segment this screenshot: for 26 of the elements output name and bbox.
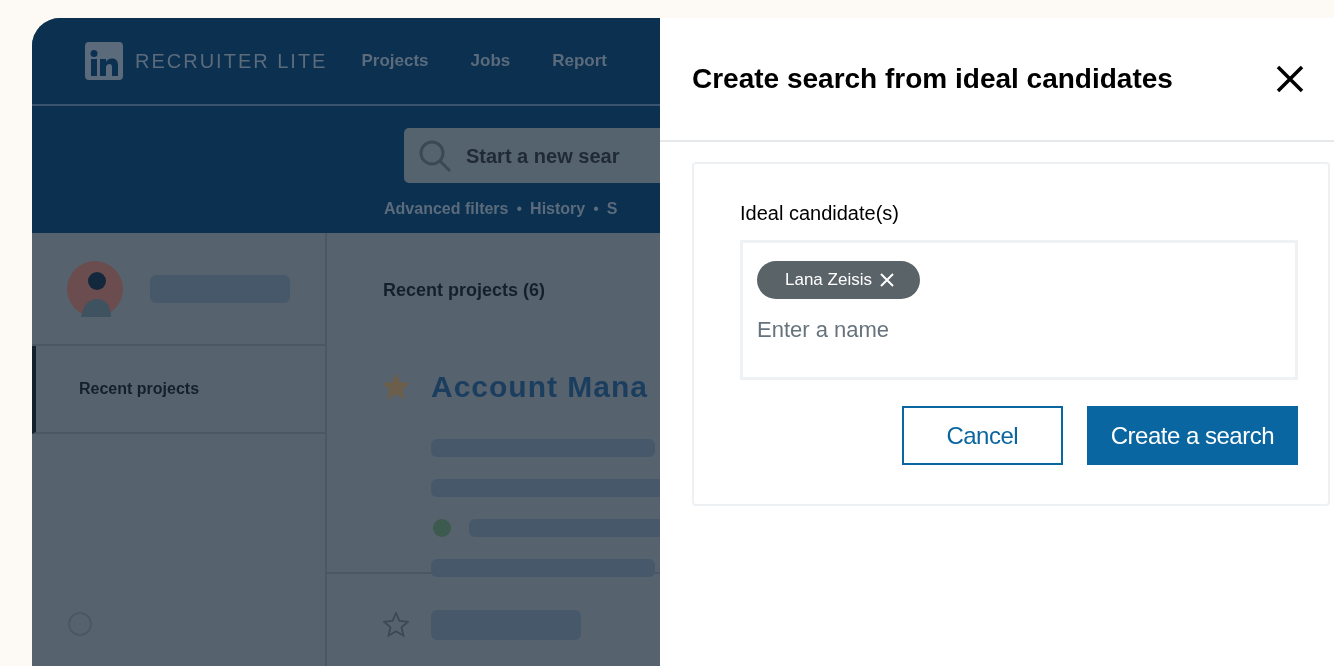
search-link[interactable]: Advanced filters [384,197,509,221]
search-link[interactable]: S [606,197,618,221]
separator-dot: • [593,199,599,219]
star-icon[interactable] [383,612,409,638]
chip-label: Lana Zeisis [785,269,872,292]
project-title[interactable]: Account Mana [431,364,649,409]
brand-name: RECRUITER LITE [135,49,328,74]
avatar-icon [67,260,123,317]
create-search-button[interactable]: Create a search [1086,406,1298,465]
logo-icon [85,42,123,80]
nav-link[interactable]: Projects [361,48,429,74]
remove-icon[interactable] [879,273,894,287]
sidebar-item[interactable]: Recent projects [32,346,325,434]
separator-dot: • [516,199,523,219]
search-field[interactable]: Start a new sear [404,128,660,183]
nav-link[interactable]: Jobs [470,48,511,74]
nav-link[interactable]: Report [552,48,608,74]
section-heading: Recent projects (6) [383,279,547,302]
dialog-title: Create search from ideal candidates [692,62,1173,96]
star-icon[interactable] [383,373,409,400]
search-icon [418,138,452,173]
search-link[interactable]: History [530,197,586,221]
cancel-button[interactable]: Cancel [901,406,1063,465]
candidate-chip[interactable]: Lana Zeisis [757,261,920,299]
candidate-input-field[interactable]: Lana Zeisis Enter a name [740,240,1298,380]
field-label: Ideal candidate(s) [740,201,900,226]
